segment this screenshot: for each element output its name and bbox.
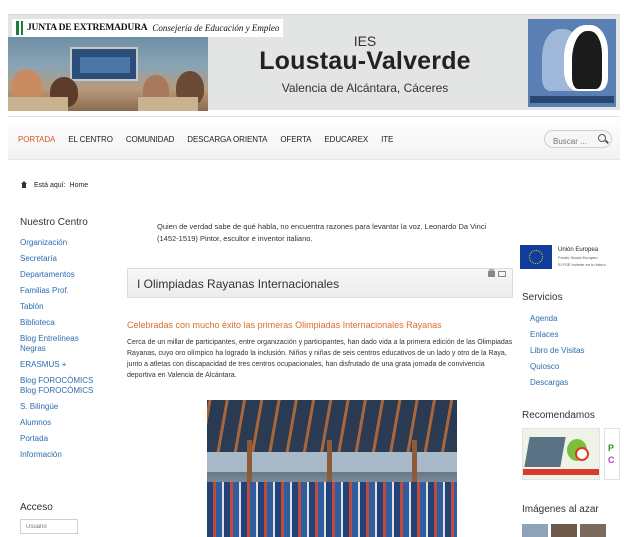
banner-letter: C	[608, 455, 615, 465]
nuestro-centro-title: Nuestro Centro	[20, 217, 88, 228]
stadium-roof	[207, 400, 457, 460]
nav-item-educarex[interactable]: EDUCAREX	[324, 135, 368, 144]
header-banner: JUNTA DE EXTREMADURA Consejería de Educa…	[8, 14, 620, 111]
print-icon[interactable]	[488, 269, 495, 277]
nav-item-comunidad[interactable]: COMUNIDAD	[126, 135, 175, 144]
servicios-title: Servicios	[522, 292, 563, 303]
breadcrumb: Está aquí: Home	[20, 181, 88, 189]
profile-silhouette	[572, 31, 602, 89]
banner-letter: P	[608, 443, 615, 453]
service-item-quiosco[interactable]: Quiosco	[530, 362, 585, 372]
servicios-menu: Agenda Enlaces Libro de Visitas Quiosco …	[530, 314, 585, 394]
imagenes-azar-title: Imágenes al azar	[522, 504, 599, 515]
article-body: Cerca de un millar de participantes, ent…	[127, 339, 513, 379]
sidebar-item-departamentos[interactable]: Departamentos	[20, 270, 120, 280]
sidebar-item-portada[interactable]: Portada	[20, 434, 120, 444]
quote-text: Quien de verdad sabe de qué habla, no en…	[157, 222, 487, 243]
service-item-enlaces[interactable]: Enlaces	[530, 330, 585, 340]
olympics-photo	[207, 400, 457, 537]
eu-flag-icon	[520, 245, 552, 269]
sidebar-item-erasmus[interactable]: ERASMUS +	[20, 360, 120, 370]
eu-banner-text: Unión Europea Fondo Social Europeo El FS…	[558, 247, 606, 267]
school-name[interactable]: Loustau-Valverde	[208, 47, 522, 76]
article-title[interactable]: I Olimpiadas Rayanas Internacionales	[137, 277, 339, 291]
banner-strip	[523, 469, 599, 475]
junta-label: JUNTA DE EXTREMADURA	[27, 23, 148, 33]
search-input[interactable]	[545, 133, 597, 150]
article-subtitle: Celebradas con mucho éxito las primeras …	[127, 320, 442, 330]
random-image-thumb[interactable]	[580, 524, 606, 537]
home-icon	[20, 181, 28, 189]
nav-item-portada[interactable]: PORTADA	[18, 135, 55, 144]
logo-strip	[530, 96, 614, 103]
sidebar-item-tablon[interactable]: Tablón	[20, 302, 120, 312]
random-image-thumb[interactable]	[522, 524, 548, 537]
service-item-agenda[interactable]: Agenda	[530, 314, 585, 324]
desk-shape	[138, 97, 198, 111]
recommended-banner[interactable]	[522, 428, 600, 480]
blackboard-shape	[70, 47, 138, 81]
sidebar-item-bilingue[interactable]: S. Bilingüe	[20, 402, 120, 412]
recommended-banner-2[interactable]: P C	[604, 428, 620, 480]
search-box	[544, 130, 612, 150]
main-navigation: PORTADA EL CENTRO COMUNIDAD DESCARGA ORI…	[8, 116, 620, 160]
sidebar-item-secretaria[interactable]: Secretaría	[20, 254, 120, 264]
school-location: Valencia de Alcántara, Cáceres	[281, 81, 449, 95]
photo-sky	[207, 452, 457, 472]
sidebar-item-organizacion[interactable]: Organización	[20, 238, 120, 248]
book-image	[524, 437, 566, 467]
service-item-libro-visitas[interactable]: Libro de Visitas	[530, 346, 585, 356]
sidebar-item-alumnos[interactable]: Alumnos	[20, 418, 120, 428]
desk-shape	[8, 97, 68, 111]
nav-item-el-centro[interactable]: EL CENTRO	[68, 135, 113, 144]
nav-menu: PORTADA EL CENTRO COMUNIDAD DESCARGA ORI…	[18, 135, 406, 144]
left-sidebar: Nuestro Centro Organización Secretaría D…	[20, 217, 120, 466]
random-image-thumb[interactable]	[551, 524, 577, 537]
sidebar-item-familias[interactable]: Familias Prof.	[20, 286, 120, 296]
username-input[interactable]	[20, 519, 78, 534]
sidebar-item-blog-entrelineas[interactable]: Blog Entrelíneas Negras	[20, 334, 86, 354]
school-logo[interactable]	[528, 19, 616, 107]
eu-fund-banner[interactable]: Unión Europea Fondo Social Europeo El FS…	[520, 244, 616, 270]
sidebar-item-forocomics[interactable]: Blog FOROCÓMICSBlog FOROCÓMICS	[20, 376, 94, 396]
acceso-title: Acceso	[20, 502, 53, 513]
email-icon[interactable]	[498, 271, 506, 277]
classroom-illustration	[8, 37, 208, 111]
nav-item-ite[interactable]: ITE	[381, 135, 393, 144]
extremadura-flag-icon	[16, 21, 21, 35]
nav-item-descarga-orienta[interactable]: DESCARGA ORIENTA	[187, 135, 267, 144]
eu-slogan: El FSE invierte en tu futuro	[558, 262, 606, 267]
article-header: I Olimpiadas Rayanas Internacionales	[127, 268, 513, 298]
crowd-stands	[207, 482, 457, 537]
nuestro-centro-menu: Organización Secretaría Departamentos Fa…	[20, 238, 120, 460]
sidebar-item-biblioteca[interactable]: Biblioteca	[20, 318, 120, 328]
breadcrumb-prefix: Está aquí:	[34, 181, 66, 189]
eu-title: Unión Europea	[558, 247, 599, 253]
random-images	[522, 524, 609, 537]
sidebar-item-informacion[interactable]: Información	[20, 450, 120, 460]
recomendamos-title: Recomendamos	[522, 410, 595, 421]
nav-item-oferta[interactable]: OFERTA	[280, 135, 311, 144]
eu-fund: Fondo Social Europeo	[558, 255, 598, 260]
service-item-descargas[interactable]: Descargas	[530, 378, 585, 388]
consejeria-label: Consejería de Educación y Empleo	[152, 23, 280, 33]
lamp-image	[575, 447, 589, 461]
article-tools	[488, 269, 506, 277]
breadcrumb-current: Home	[69, 181, 89, 189]
search-icon[interactable]	[598, 134, 606, 142]
